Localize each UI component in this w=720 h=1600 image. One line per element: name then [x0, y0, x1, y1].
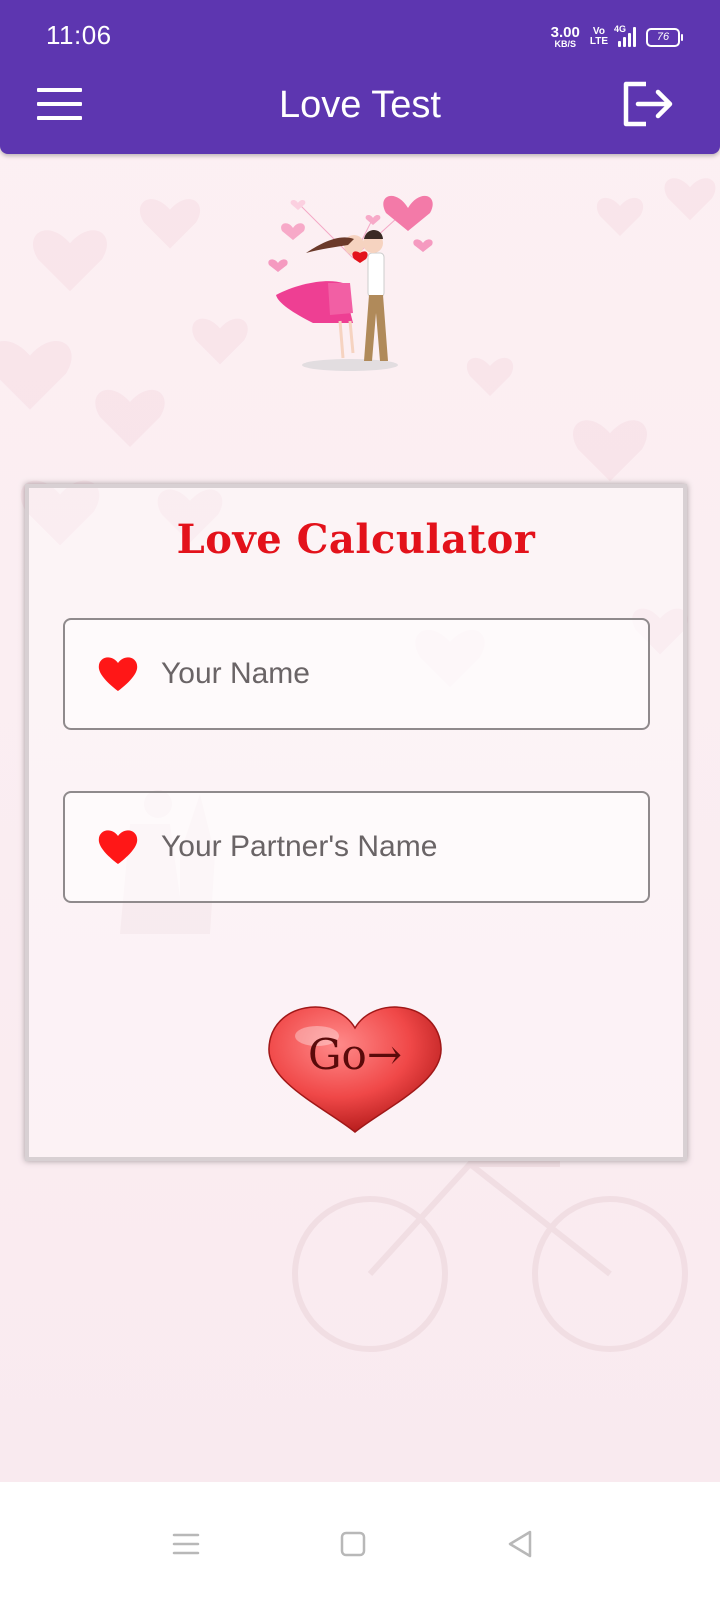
couple-illustration — [268, 195, 433, 371]
volte-icon: Vo LTE — [589, 26, 608, 47]
go-button-label: Go→ — [307, 1030, 403, 1079]
love-calculator-card: Love Calculator Go→ — [25, 484, 687, 1161]
logout-icon[interactable] — [620, 78, 676, 130]
system-nav-bar — [0, 1482, 720, 1600]
app-bar: 11:06 3.00 KB/S Vo LTE 4G 76 Love Test — [0, 0, 720, 154]
page-title: Love Test — [279, 84, 441, 126]
your-name-field[interactable] — [63, 618, 650, 730]
status-time: 11:06 — [46, 20, 112, 50]
your-name-input[interactable] — [161, 657, 601, 691]
signal-icon: 4G — [614, 24, 636, 47]
heart-icon — [98, 830, 138, 864]
home-icon[interactable] — [333, 1524, 373, 1564]
network-speed-unit: KB/S — [554, 39, 576, 49]
card-title: Love Calculator — [176, 516, 536, 563]
partner-name-field[interactable] — [63, 791, 650, 903]
status-icons: 3.00 KB/S Vo LTE 4G 76 — [551, 22, 683, 52]
recent-apps-icon[interactable] — [166, 1524, 206, 1564]
network-speed: 3.00 KB/S — [551, 25, 580, 49]
battery-icon: 76 — [646, 27, 683, 47]
go-button[interactable]: Go→ — [265, 1000, 445, 1134]
network-type-label: 4G — [614, 24, 627, 34]
network-speed-value: 3.00 — [550, 24, 580, 41]
partner-name-input[interactable] — [161, 830, 601, 864]
heart-icon — [98, 657, 138, 691]
back-icon[interactable] — [500, 1524, 540, 1564]
